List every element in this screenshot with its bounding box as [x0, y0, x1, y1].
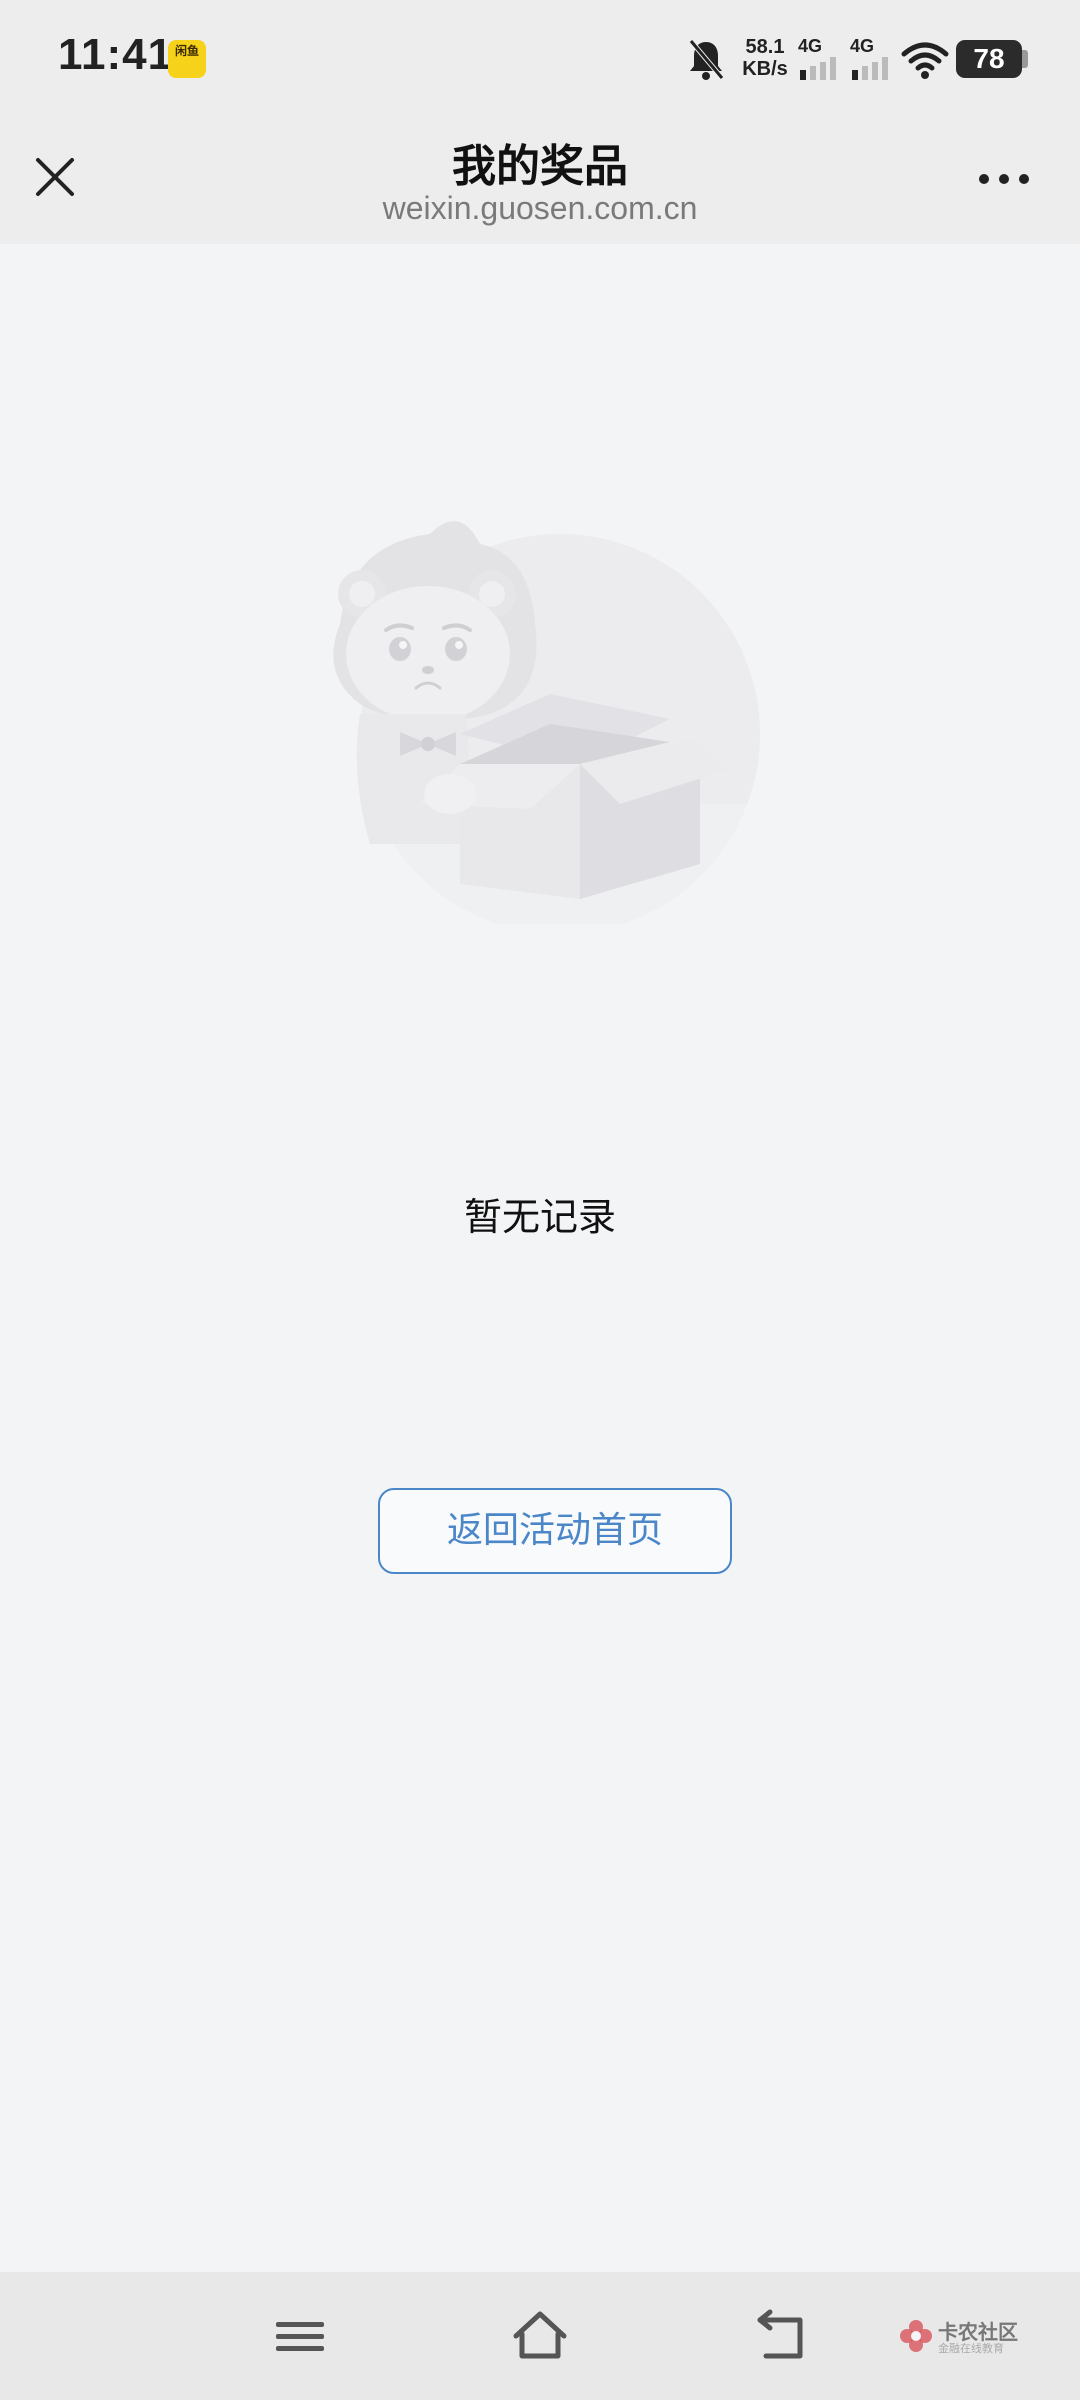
status-bar: 11:41 闲鱼 58.1 KB/s 4G 4G 78: [0, 0, 1080, 120]
empty-state-text: 暂无记录: [463, 1195, 616, 1239]
wifi-icon: [901, 42, 949, 79]
signal-icon: 4G: [850, 36, 896, 80]
back-icon[interactable]: [752, 2306, 812, 2366]
battery-tip: [1022, 50, 1028, 68]
battery-icon: 78: [956, 40, 1022, 78]
network-speed-unit: KB/s: [742, 58, 788, 80]
signal-type-label: 4G: [850, 36, 875, 56]
app-notification-icon: 闲鱼: [168, 40, 206, 78]
menu-icon[interactable]: [274, 2306, 326, 2366]
watermark-subtext: 金融在线教育: [938, 2342, 1004, 2355]
watermark-logo: 卡农社区 金融在线教育: [898, 2316, 1024, 2356]
page-title: 我的奖品: [452, 141, 628, 192]
home-icon[interactable]: [510, 2306, 570, 2366]
main-content: 暂无记录 返回活动首页: [0, 244, 1080, 2272]
empty-state-illustration: [300, 521, 780, 924]
mute-bell-icon: [689, 39, 724, 80]
signal-type-label: 4G: [798, 36, 823, 56]
page-domain: weixin.guosen.com.cn: [382, 190, 698, 226]
watermark-flower-icon: [900, 2320, 932, 2352]
status-time: 11:41: [58, 30, 174, 79]
system-nav-bar: 卡农社区 金融在线教育: [0, 2272, 1080, 2400]
network-speed: 58.1 KB/s: [735, 36, 795, 80]
more-dots-icon[interactable]: [972, 164, 1036, 194]
network-speed-value: 58.1: [745, 36, 785, 58]
title-bar: 我的奖品 weixin.guosen.com.cn: [0, 120, 1080, 244]
return-to-event-home-button[interactable]: 返回活动首页: [378, 1488, 732, 1574]
signal-icon: 4G: [798, 36, 844, 80]
